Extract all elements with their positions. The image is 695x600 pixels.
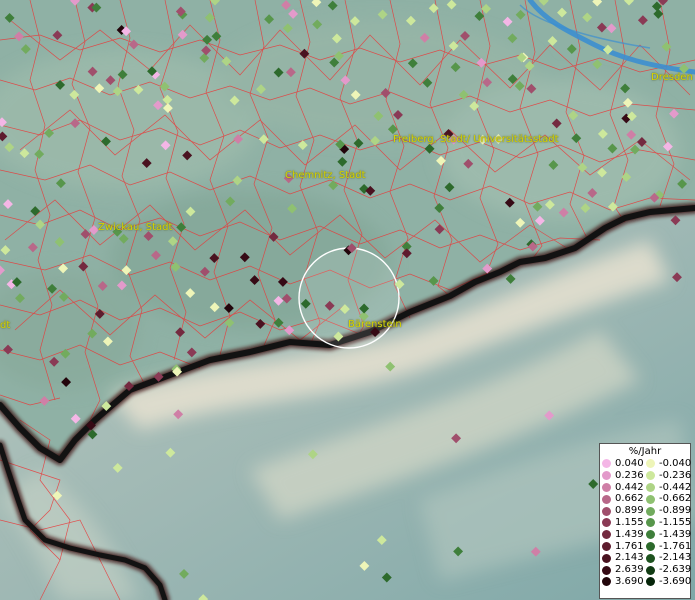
legend-positive-row: 0.442 bbox=[602, 482, 646, 494]
legend-title: %/Jahr bbox=[628, 446, 662, 457]
legend-negative-value: -0.899 bbox=[659, 505, 692, 517]
map-view[interactable]: Dresden Freiberg, Stadt/ Universitätssta… bbox=[0, 0, 695, 600]
legend-negative-row: -0.899 bbox=[646, 505, 692, 517]
legend-positive-value: 2.639 bbox=[615, 564, 644, 576]
legend-positive-row: 2.639 bbox=[602, 564, 646, 576]
legend-negative-row: -0.442 bbox=[646, 481, 692, 494]
legend-negative-row: -2.639 bbox=[646, 564, 692, 576]
legend-negative-swatch bbox=[646, 565, 655, 575]
legend-negative-value: -0.040 bbox=[659, 458, 692, 469]
legend-positive-column: 0.040 0.236 0.442 0.662 0.899 1.155 1.439 1.761… bbox=[602, 458, 646, 588]
legend-positive-row: 0.236 bbox=[602, 470, 646, 482]
legend-negative-value: -2.639 bbox=[659, 564, 692, 576]
legend-positive-value: 0.236 bbox=[615, 469, 644, 481]
legend-negative-swatch bbox=[646, 518, 655, 528]
legend-positive-swatch bbox=[602, 541, 611, 551]
legend-positive-swatch bbox=[602, 553, 611, 563]
legend-negative-swatch bbox=[646, 553, 655, 563]
legend-negative-row: -1.155 bbox=[646, 516, 692, 529]
legend-negative-swatch bbox=[646, 541, 655, 551]
legend-negative-row: -1.761 bbox=[646, 540, 692, 553]
legend-positive-row: 2.143 bbox=[602, 552, 646, 564]
legend-positive-swatch bbox=[602, 577, 611, 587]
legend-positive-value: 1.155 bbox=[615, 516, 644, 528]
legend-negative-swatch bbox=[646, 471, 655, 481]
legend-negative-value: -0.662 bbox=[659, 493, 692, 505]
legend-negative-row: -3.690 bbox=[646, 575, 692, 588]
legend-negative-row: -1.439 bbox=[646, 528, 692, 541]
legend-positive-value: 3.690 bbox=[615, 575, 644, 587]
legend-negative-value: -0.442 bbox=[659, 481, 692, 493]
label-clipped: dt bbox=[0, 320, 11, 331]
legend-negative-value: -1.439 bbox=[659, 528, 692, 540]
legend-positive-swatch bbox=[602, 518, 611, 528]
legend-positive-row: 0.662 bbox=[602, 493, 646, 505]
legend-negative-row: -0.040 bbox=[646, 458, 692, 470]
map-canvas bbox=[0, 0, 695, 600]
label-baerenstein: Bärenstein bbox=[348, 319, 402, 330]
legend-positive-value: 0.040 bbox=[615, 458, 644, 469]
legend-negative-swatch bbox=[646, 530, 655, 540]
legend-negative-swatch bbox=[646, 459, 655, 469]
legend-negative-value: -1.155 bbox=[659, 516, 692, 528]
label-freiberg: Freiberg, Stadt/ Universitätsstadt bbox=[393, 134, 559, 145]
label-dresden: Dresden bbox=[651, 72, 693, 83]
legend-positive-row: 3.690 bbox=[602, 576, 646, 588]
legend-negative-row: -0.236 bbox=[646, 469, 692, 482]
legend-positive-swatch bbox=[602, 471, 611, 481]
legend-negative-value: -3.690 bbox=[659, 575, 692, 587]
legend-positive-swatch bbox=[602, 506, 611, 516]
legend-positive-row: 1.439 bbox=[602, 529, 646, 541]
legend-positive-swatch bbox=[602, 459, 611, 469]
legend-positive-value: 2.143 bbox=[615, 552, 644, 564]
legend-positive-swatch bbox=[602, 530, 611, 540]
legend-negative-swatch bbox=[646, 494, 655, 504]
legend-negative-row: -2.143 bbox=[646, 552, 692, 564]
legend-negative-value: -0.236 bbox=[659, 469, 692, 481]
highlight-circle bbox=[298, 247, 400, 349]
legend-negative-value: -2.143 bbox=[659, 552, 692, 564]
legend-positive-swatch bbox=[602, 494, 611, 504]
legend-positive-swatch bbox=[602, 482, 611, 492]
legend-positive-value: 1.761 bbox=[615, 540, 644, 552]
legend-positive-value: 1.439 bbox=[615, 528, 644, 540]
legend-negative-swatch bbox=[646, 482, 655, 492]
legend-negative-value: -1.761 bbox=[659, 540, 692, 552]
legend: %/Jahr 0.040 0.236 0.442 0.662 0.899 1.155 1.4… bbox=[599, 443, 691, 599]
legend-positive-value: 0.442 bbox=[615, 481, 644, 493]
legend-negative-column: -0.040 -0.236 -0.442 -0.662 -0.899 -1.155 -1.4… bbox=[646, 458, 692, 588]
legend-positive-swatch bbox=[602, 565, 611, 575]
legend-positive-row: 1.155 bbox=[602, 517, 646, 529]
legend-negative-swatch bbox=[646, 506, 655, 516]
label-zwickau: Zwickau, Stadt bbox=[98, 222, 173, 233]
legend-negative-row: -0.662 bbox=[646, 493, 692, 505]
label-chemnitz: Chemnitz, Stadt bbox=[285, 170, 366, 181]
legend-positive-row: 0.899 bbox=[602, 505, 646, 517]
legend-positive-value: 0.662 bbox=[615, 493, 644, 505]
legend-negative-swatch bbox=[646, 577, 655, 587]
legend-positive-row: 0.040 bbox=[602, 458, 646, 470]
legend-positive-value: 0.899 bbox=[615, 505, 644, 517]
legend-positive-row: 1.761 bbox=[602, 541, 646, 553]
